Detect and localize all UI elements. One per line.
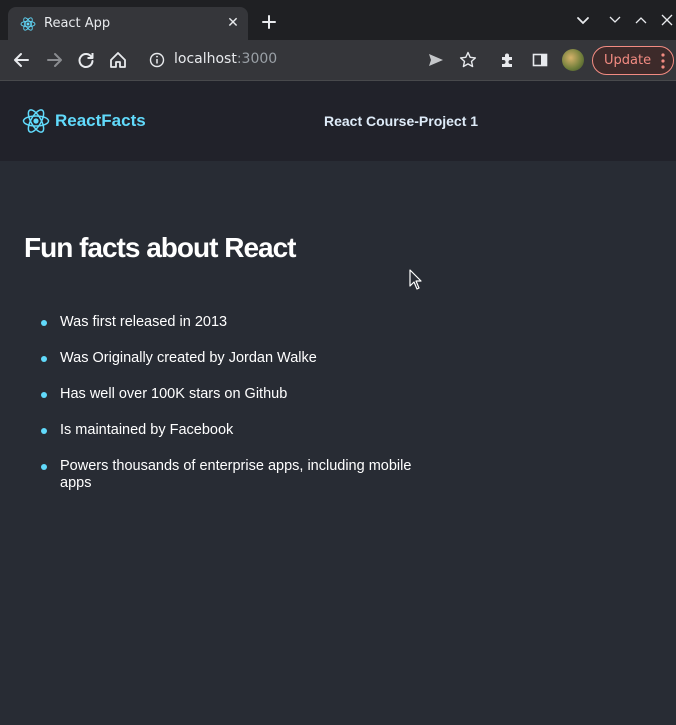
list-item: Has well over 100K stars on Github xyxy=(41,386,420,403)
react-icon xyxy=(20,17,36,31)
forward-icon[interactable] xyxy=(44,50,64,70)
url-port: :3000 xyxy=(236,51,278,67)
side-panel-icon[interactable] xyxy=(530,50,550,70)
maximize-icon[interactable] xyxy=(633,12,649,28)
back-icon[interactable] xyxy=(12,50,32,70)
facts-list: Was first released in 2013 Was Originall… xyxy=(41,314,420,511)
list-item: Was Originally created by Jordan Walke xyxy=(41,350,420,367)
page-title: Fun facts about React xyxy=(24,232,296,263)
list-item: Is maintained by Facebook xyxy=(41,422,420,439)
close-icon[interactable] xyxy=(659,12,675,28)
home-icon[interactable] xyxy=(108,50,128,70)
navbar: ReactFacts React Course-Project 1 xyxy=(0,81,676,161)
tab-title: React App xyxy=(44,16,111,31)
chevron-down-icon[interactable] xyxy=(575,12,591,28)
cursor-icon xyxy=(409,269,422,290)
browser-toolbar: localhost:3000 Update xyxy=(0,40,676,81)
star-icon[interactable] xyxy=(458,50,478,70)
update-button[interactable]: Update xyxy=(592,46,674,75)
list-item: Was first released in 2013 xyxy=(41,314,420,331)
browser-tab[interactable]: React App ✕ xyxy=(8,7,248,40)
menu-icon xyxy=(661,53,665,69)
extensions-icon[interactable] xyxy=(498,50,518,70)
react-icon xyxy=(22,109,50,133)
avatar[interactable] xyxy=(562,49,584,71)
address-bar[interactable]: localhost:3000 xyxy=(174,51,277,67)
info-icon[interactable] xyxy=(148,51,166,69)
close-icon[interactable]: ✕ xyxy=(224,14,242,32)
tab-strip: React App ✕ xyxy=(0,0,676,40)
reload-icon[interactable] xyxy=(76,50,96,70)
minimize-icon[interactable] xyxy=(607,12,623,28)
plus-icon[interactable] xyxy=(258,11,280,33)
send-icon[interactable] xyxy=(426,50,446,70)
brand-name: ReactFacts xyxy=(55,111,146,130)
nav-title: React Course-Project 1 xyxy=(324,113,479,129)
list-item: Powers thousands of enterprise apps, inc… xyxy=(41,458,420,492)
url-host: localhost xyxy=(174,51,237,67)
update-label: Update xyxy=(604,53,652,68)
